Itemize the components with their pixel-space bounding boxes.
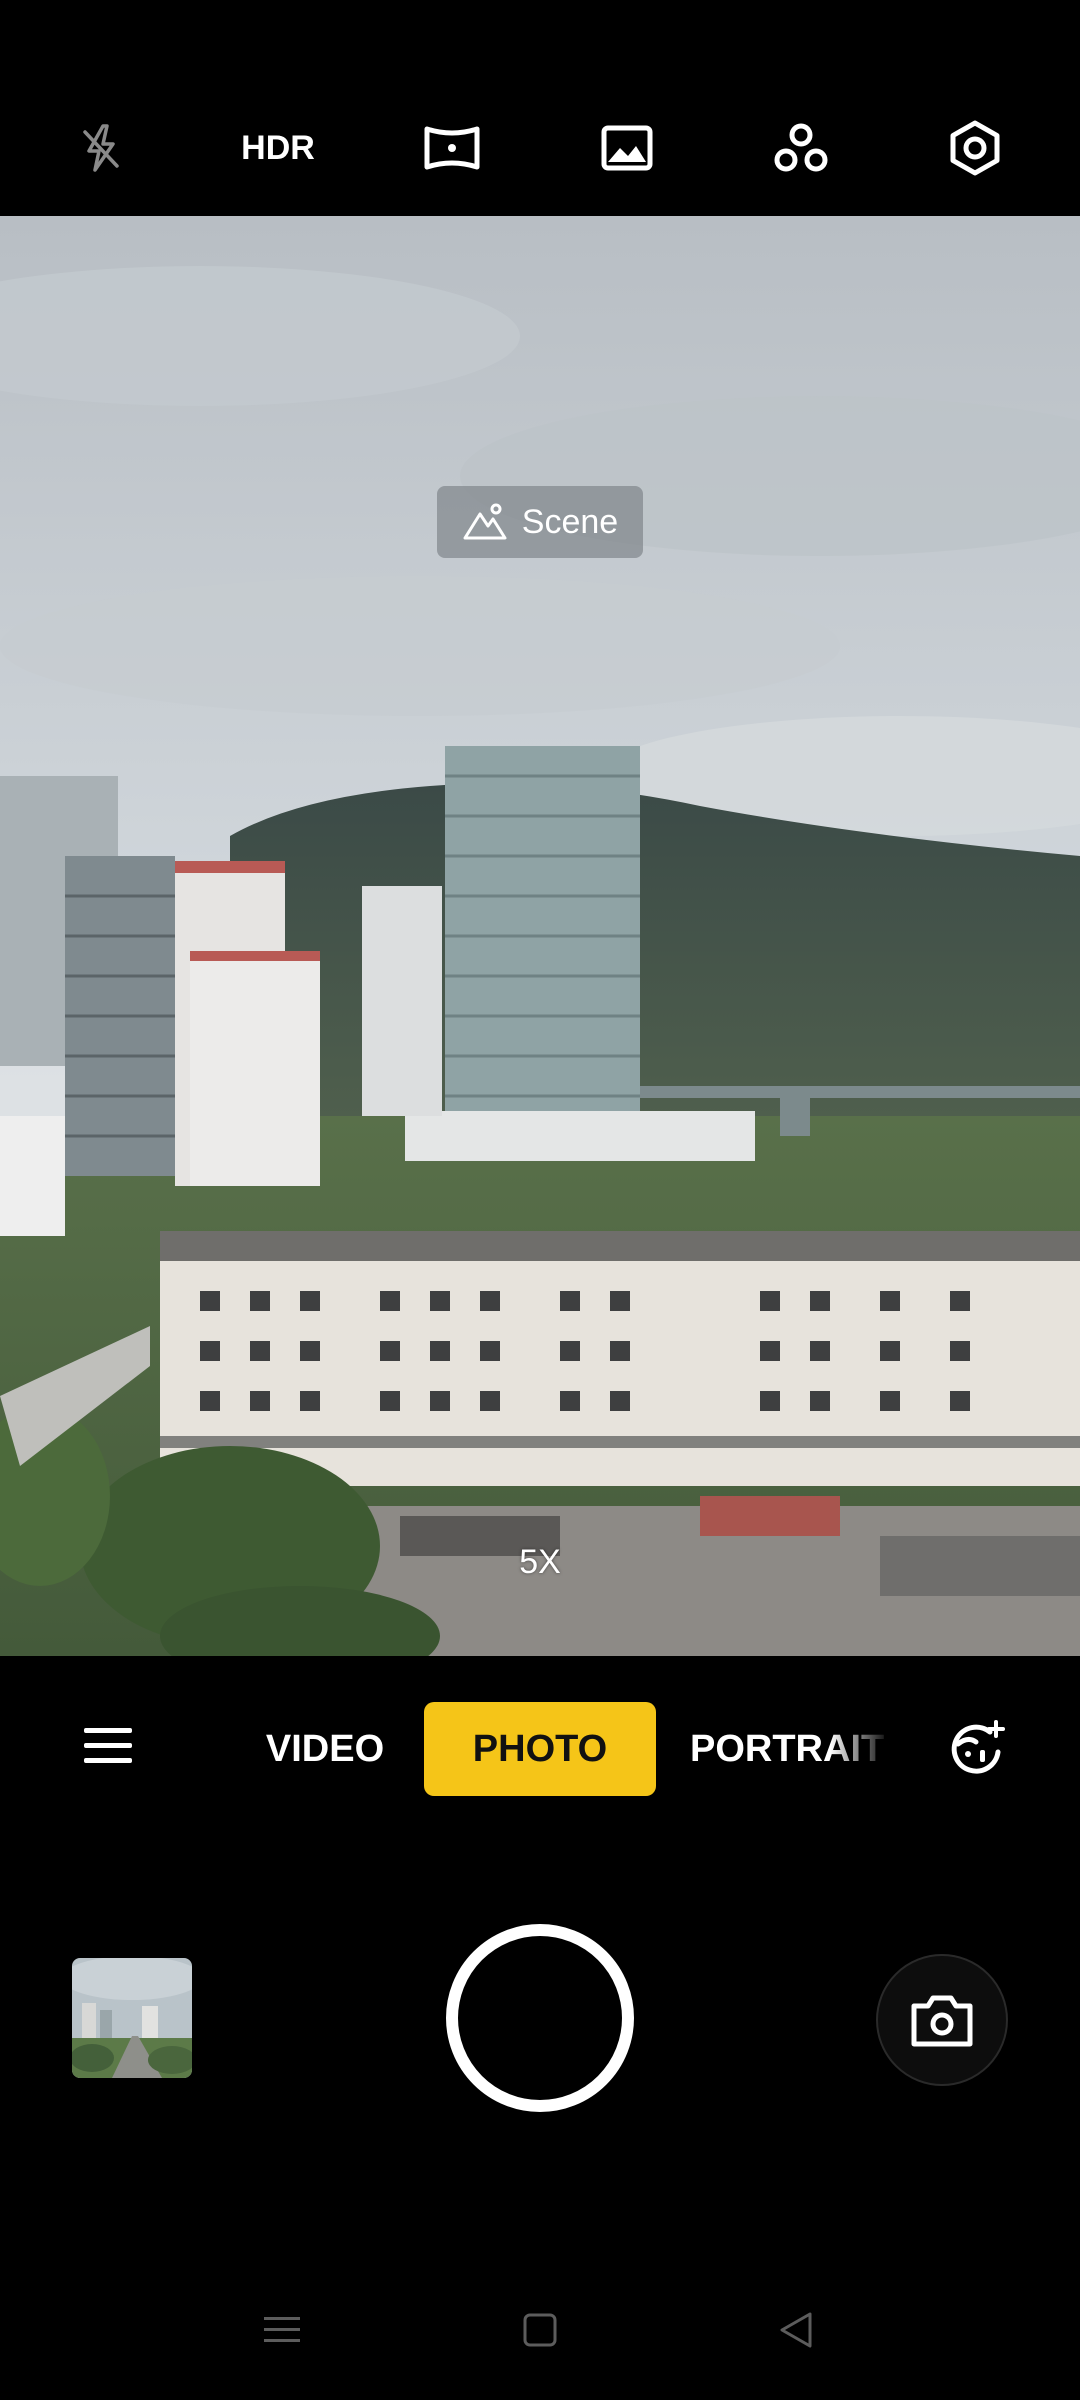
three-circles-glyph [774, 123, 828, 172]
ai-mode-icon[interactable] [753, 100, 849, 196]
top-toolbar: HDR [0, 0, 1080, 216]
flash-off-icon[interactable] [53, 100, 149, 196]
face-retouch-icon[interactable] [936, 1708, 1016, 1788]
settings-icon[interactable] [927, 100, 1023, 196]
panorama-icon[interactable] [404, 100, 500, 196]
mode-portrait[interactable]: PORTRAIT [690, 1702, 890, 1796]
camera-viewfinder[interactable]: Scene [0, 216, 1080, 1656]
mountain-icon [463, 503, 507, 540]
gallery-thumbnail[interactable] [72, 1958, 192, 2078]
recent-apps-icon[interactable] [242, 2300, 322, 2360]
menu-lines-glyph [84, 1728, 132, 1763]
shutter-button[interactable] [446, 1924, 634, 2112]
image-filter-icon[interactable] [579, 100, 675, 196]
flip-camera-icon [911, 1995, 973, 2047]
scene-detection-chip[interactable]: Scene [437, 486, 643, 558]
back-icon[interactable] [756, 2300, 836, 2360]
flash-off-glyph [83, 124, 119, 172]
panorama-glyph [424, 126, 480, 170]
back-glyph [780, 2312, 812, 2348]
hdr-toggle[interactable]: HDR [230, 100, 326, 196]
thumbnail-image [72, 1958, 192, 2078]
scene-label: Scene [521, 502, 619, 541]
hamburger-menu-icon[interactable] [68, 1706, 148, 1786]
flip-camera-button[interactable] [876, 1954, 1008, 2086]
hex-settings-glyph [950, 120, 1000, 176]
home-icon[interactable] [500, 2300, 580, 2360]
mode-video[interactable]: VIDEO [240, 1702, 410, 1796]
mode-photo[interactable]: PHOTO [424, 1702, 656, 1796]
home-glyph [523, 2313, 557, 2347]
image-glyph [601, 125, 653, 171]
hdr-label: HDR [241, 128, 315, 167]
viewfinder-preview-image [0, 216, 1080, 1656]
zoom-level-indicator[interactable]: 5X [500, 1543, 580, 1582]
face-retouch-glyph [951, 1720, 1005, 1774]
recents-glyph [264, 2317, 300, 2342]
